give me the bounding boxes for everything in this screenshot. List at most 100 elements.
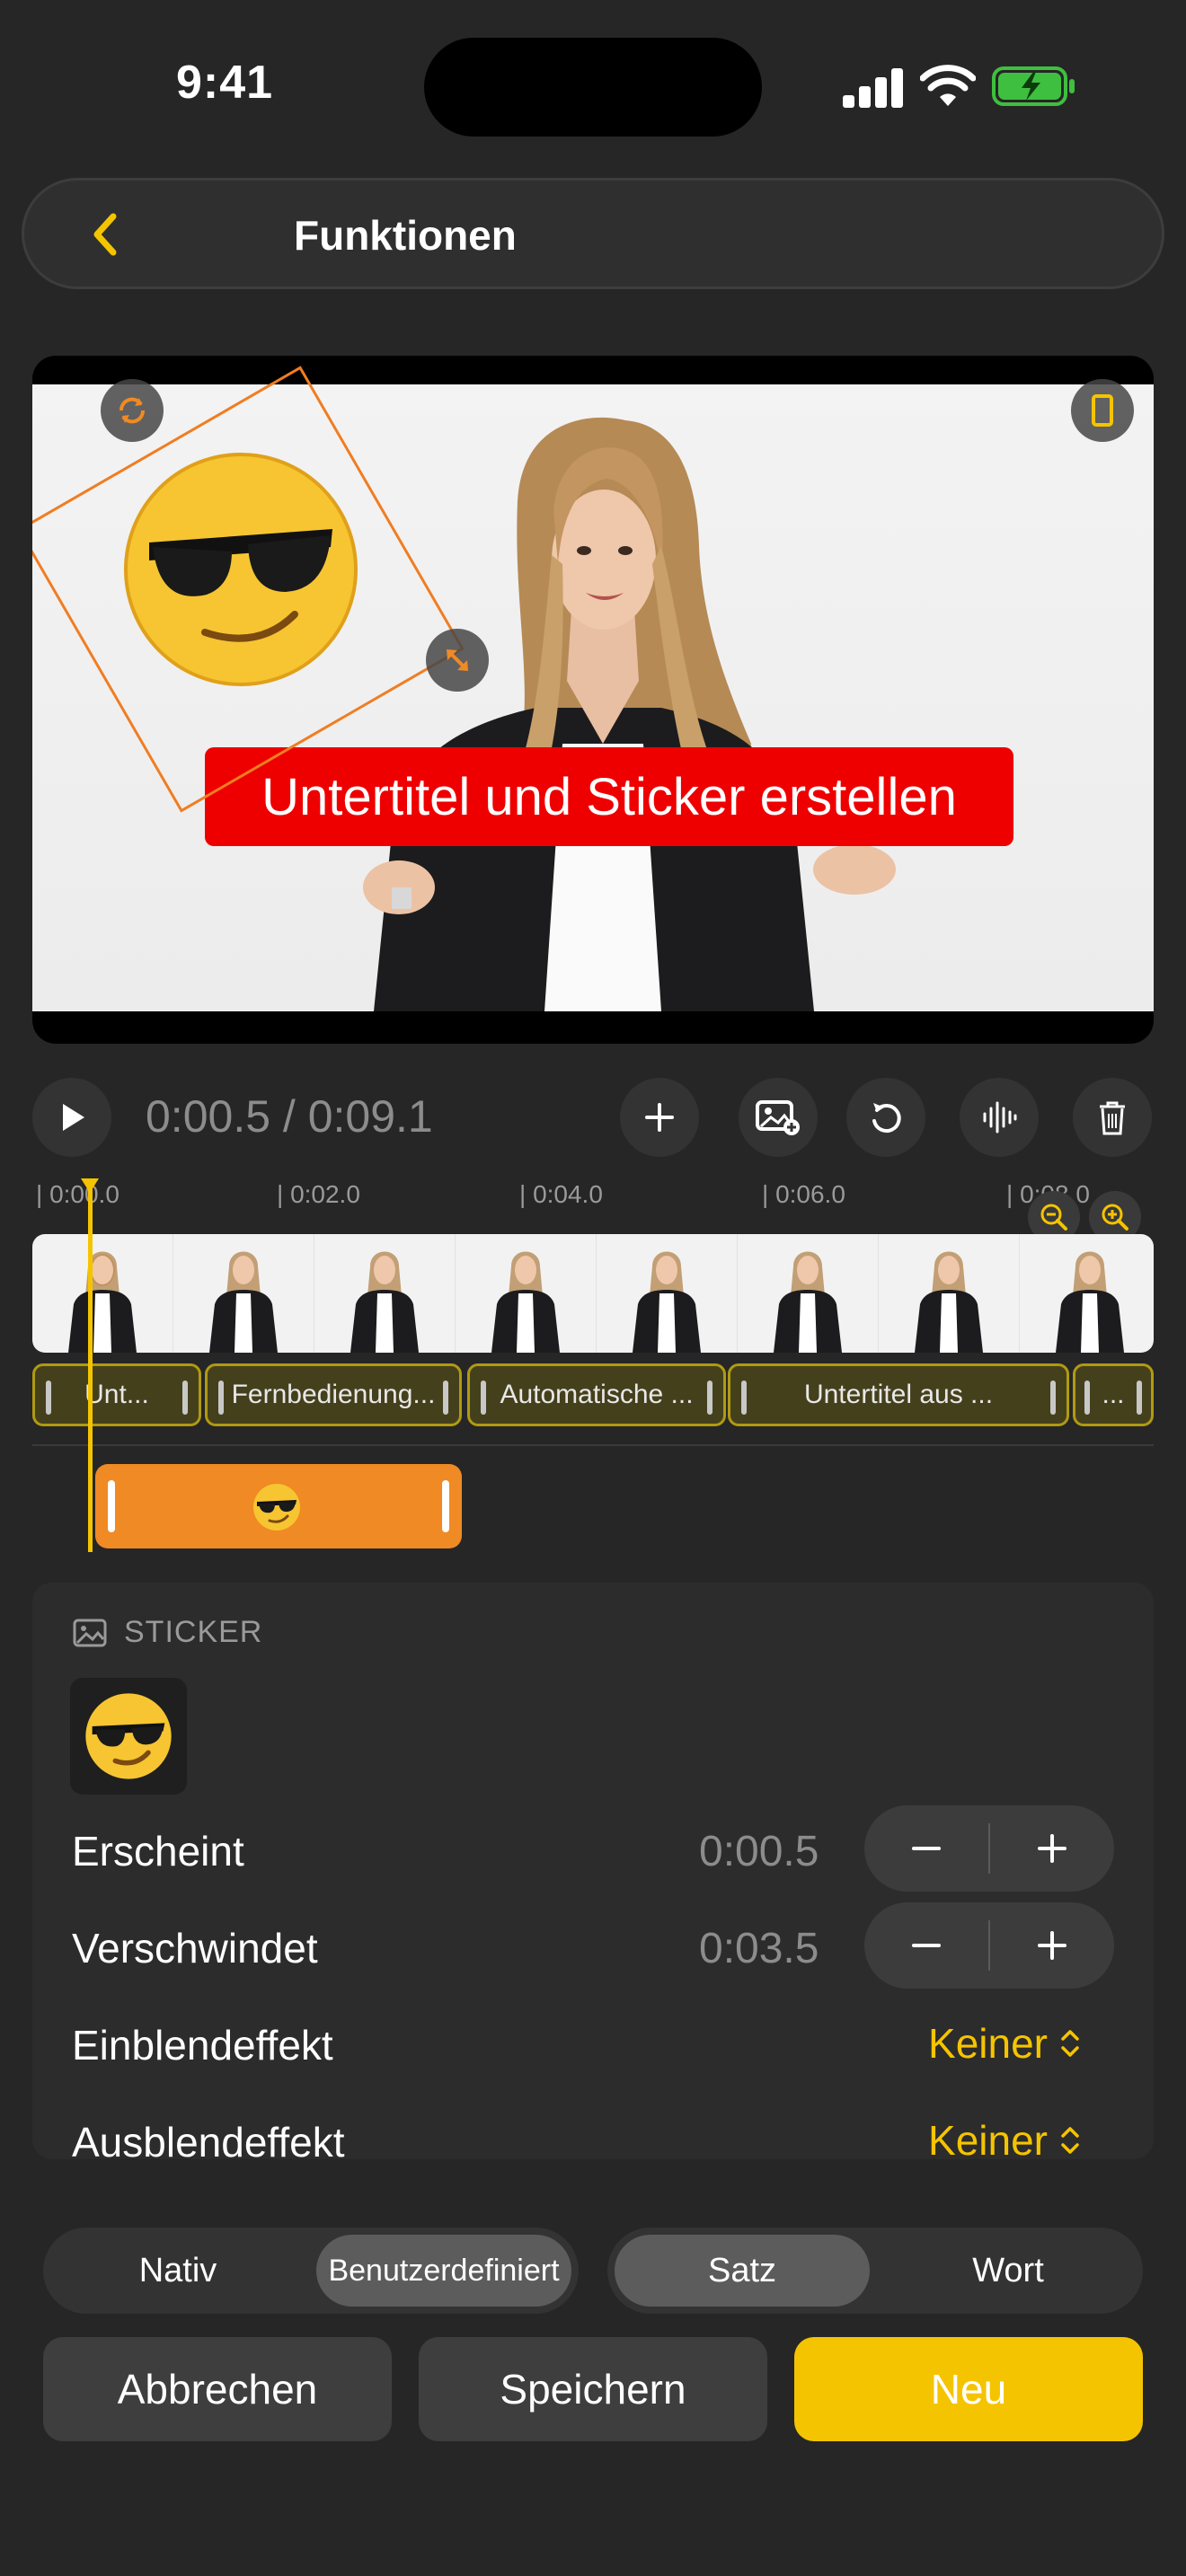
time-readout: 0:00.5 / 0:09.1 xyxy=(146,1090,433,1142)
current-time: 0:00.5 xyxy=(146,1091,271,1142)
video-thumbnail xyxy=(738,1234,879,1353)
resize-arrows-icon xyxy=(447,649,468,671)
subtitle-clip[interactable]: Untertitel aus ... xyxy=(728,1363,1069,1426)
zoom-out-icon xyxy=(1040,1204,1067,1231)
chevron-left-icon xyxy=(93,213,117,256)
sticker-resize-handle[interactable] xyxy=(426,629,489,692)
delete-button[interactable] xyxy=(1073,1078,1152,1157)
cellular-signal-icon xyxy=(843,66,904,108)
subtitle-clip[interactable]: ... xyxy=(1073,1363,1154,1426)
minus-icon xyxy=(912,1944,941,1947)
back-button[interactable] xyxy=(78,207,132,261)
status-bar: 9:41 xyxy=(0,0,1186,171)
fade-in-picker[interactable]: Keiner xyxy=(928,2019,1082,2068)
playhead[interactable] xyxy=(88,1182,93,1552)
plus-icon xyxy=(1038,1834,1067,1863)
subtitle-clip[interactable]: Unt... xyxy=(32,1363,201,1426)
audio-waveform-button[interactable] xyxy=(960,1078,1039,1157)
disappear-increment-button[interactable] xyxy=(990,1902,1114,1989)
tick-label: | 0:00.0 xyxy=(36,1180,119,1208)
clip-handle-right[interactable] xyxy=(182,1381,188,1415)
sunglasses-emoji-icon xyxy=(85,1693,172,1779)
segment-custom[interactable]: Benutzerdefiniert xyxy=(316,2235,571,2307)
clip-handle-right[interactable] xyxy=(707,1381,712,1415)
subtitle-clip-label: ... xyxy=(1102,1380,1125,1409)
trash-icon xyxy=(1100,1101,1125,1135)
fade-in-row: Einblendeffekt Keiner xyxy=(72,1999,1114,2086)
undo-icon xyxy=(872,1103,901,1134)
playback-controls: 0:00.5 / 0:09.1 xyxy=(0,1069,1186,1159)
fade-out-picker[interactable]: Keiner xyxy=(928,2116,1082,2159)
cancel-button[interactable]: Abbrechen xyxy=(43,2337,392,2441)
sticker-properties-panel: STICKER Erscheint 0:00.5 Verschwindet 0:… xyxy=(32,1583,1154,2159)
save-button[interactable]: Speichern xyxy=(419,2337,767,2441)
video-thumbnail xyxy=(879,1234,1020,1353)
clip-handle-right[interactable] xyxy=(1137,1381,1142,1415)
aspect-ratio-button[interactable] xyxy=(1071,379,1134,442)
segment-word[interactable]: Wort xyxy=(881,2235,1136,2307)
appear-increment-button[interactable] xyxy=(990,1805,1114,1892)
page-title: Funktionen xyxy=(294,212,517,259)
play-icon xyxy=(63,1104,84,1131)
disappear-stepper xyxy=(864,1902,1114,1989)
status-time: 9:41 xyxy=(176,57,274,109)
add-image-icon xyxy=(756,1100,800,1135)
appear-label: Erscheint xyxy=(72,1828,244,1875)
tick-label: | 0:06.0 xyxy=(762,1180,845,1208)
clip-handle-left[interactable] xyxy=(218,1381,224,1415)
clip-handle-right[interactable] xyxy=(1050,1381,1056,1415)
disappear-value: 0:03.5 xyxy=(699,1925,819,1972)
plus-icon xyxy=(645,1103,674,1132)
clip-handle-left[interactable] xyxy=(46,1381,51,1415)
time-separator: / xyxy=(270,1091,308,1142)
subtitle-caption[interactable]: Untertitel und Sticker erstellen xyxy=(205,747,1013,846)
subtitle-clip[interactable]: Automatische ... xyxy=(467,1363,726,1426)
appear-stepper xyxy=(864,1805,1114,1892)
video-thumbnail xyxy=(597,1234,738,1353)
sunglasses-emoji-icon xyxy=(253,1484,300,1531)
add-sticker-button[interactable] xyxy=(739,1078,818,1157)
clip-handle-right[interactable] xyxy=(442,1480,449,1532)
dynamic-island xyxy=(424,38,762,137)
new-button[interactable]: Neu xyxy=(794,2337,1143,2441)
video-thumbnail xyxy=(314,1234,456,1353)
fade-in-label: Einblendeffekt xyxy=(72,2022,333,2069)
rotate-icon xyxy=(119,397,146,424)
panel-title: STICKER xyxy=(124,1615,263,1649)
video-thumbnail-strip[interactable] xyxy=(32,1234,1154,1353)
sticker-clip[interactable] xyxy=(95,1464,462,1548)
wifi-icon xyxy=(920,65,976,106)
video-thumbnail xyxy=(1020,1234,1154,1353)
video-thumbnail xyxy=(456,1234,597,1353)
timeline-ruler: | 0:00.0 | 0:02.0 | 0:04.0 | 0:06.0 | 0:… xyxy=(0,1173,1186,1218)
chevron-up-down-icon xyxy=(1061,2030,1079,2057)
add-subtitle-button[interactable] xyxy=(620,1078,699,1157)
video-preview[interactable]: Untertitel und Sticker erstellen xyxy=(32,356,1154,1044)
clip-handle-left[interactable] xyxy=(741,1381,747,1415)
disappear-decrement-button[interactable] xyxy=(864,1902,988,1989)
portrait-frame-icon xyxy=(1092,394,1113,427)
segment-sentence[interactable]: Satz xyxy=(615,2235,870,2307)
play-button[interactable] xyxy=(32,1078,111,1157)
fade-out-row: Ausblendeffekt Keiner xyxy=(72,2096,1114,2159)
sunglasses-emoji-sticker[interactable] xyxy=(106,435,376,704)
undo-button[interactable] xyxy=(846,1078,925,1157)
fade-out-label: Ausblendeffekt xyxy=(72,2119,345,2159)
subtitle-clip[interactable]: Fernbedienung... xyxy=(205,1363,462,1426)
subtitle-unit-segment: Satz Wort xyxy=(607,2228,1143,2314)
disappear-row: Verschwindet 0:03.5 xyxy=(72,1902,1114,1989)
clip-handle-right[interactable] xyxy=(443,1381,448,1415)
appear-value: 0:00.5 xyxy=(699,1828,819,1875)
tick-label: | 0:02.0 xyxy=(277,1180,360,1208)
subtitle-clip-label: Unt... xyxy=(84,1380,149,1409)
clip-handle-left[interactable] xyxy=(1084,1381,1090,1415)
battery-charging-icon xyxy=(992,66,1075,106)
segment-native[interactable]: Nativ xyxy=(50,2235,305,2307)
sticker-rotate-handle[interactable] xyxy=(101,379,164,442)
sticker-preview[interactable] xyxy=(70,1678,187,1795)
clip-handle-left[interactable] xyxy=(108,1480,115,1532)
appear-decrement-button[interactable] xyxy=(864,1805,988,1892)
tick-label: | 0:04.0 xyxy=(519,1180,603,1208)
nav-bar: Funktionen xyxy=(22,178,1164,289)
clip-handle-left[interactable] xyxy=(481,1381,486,1415)
